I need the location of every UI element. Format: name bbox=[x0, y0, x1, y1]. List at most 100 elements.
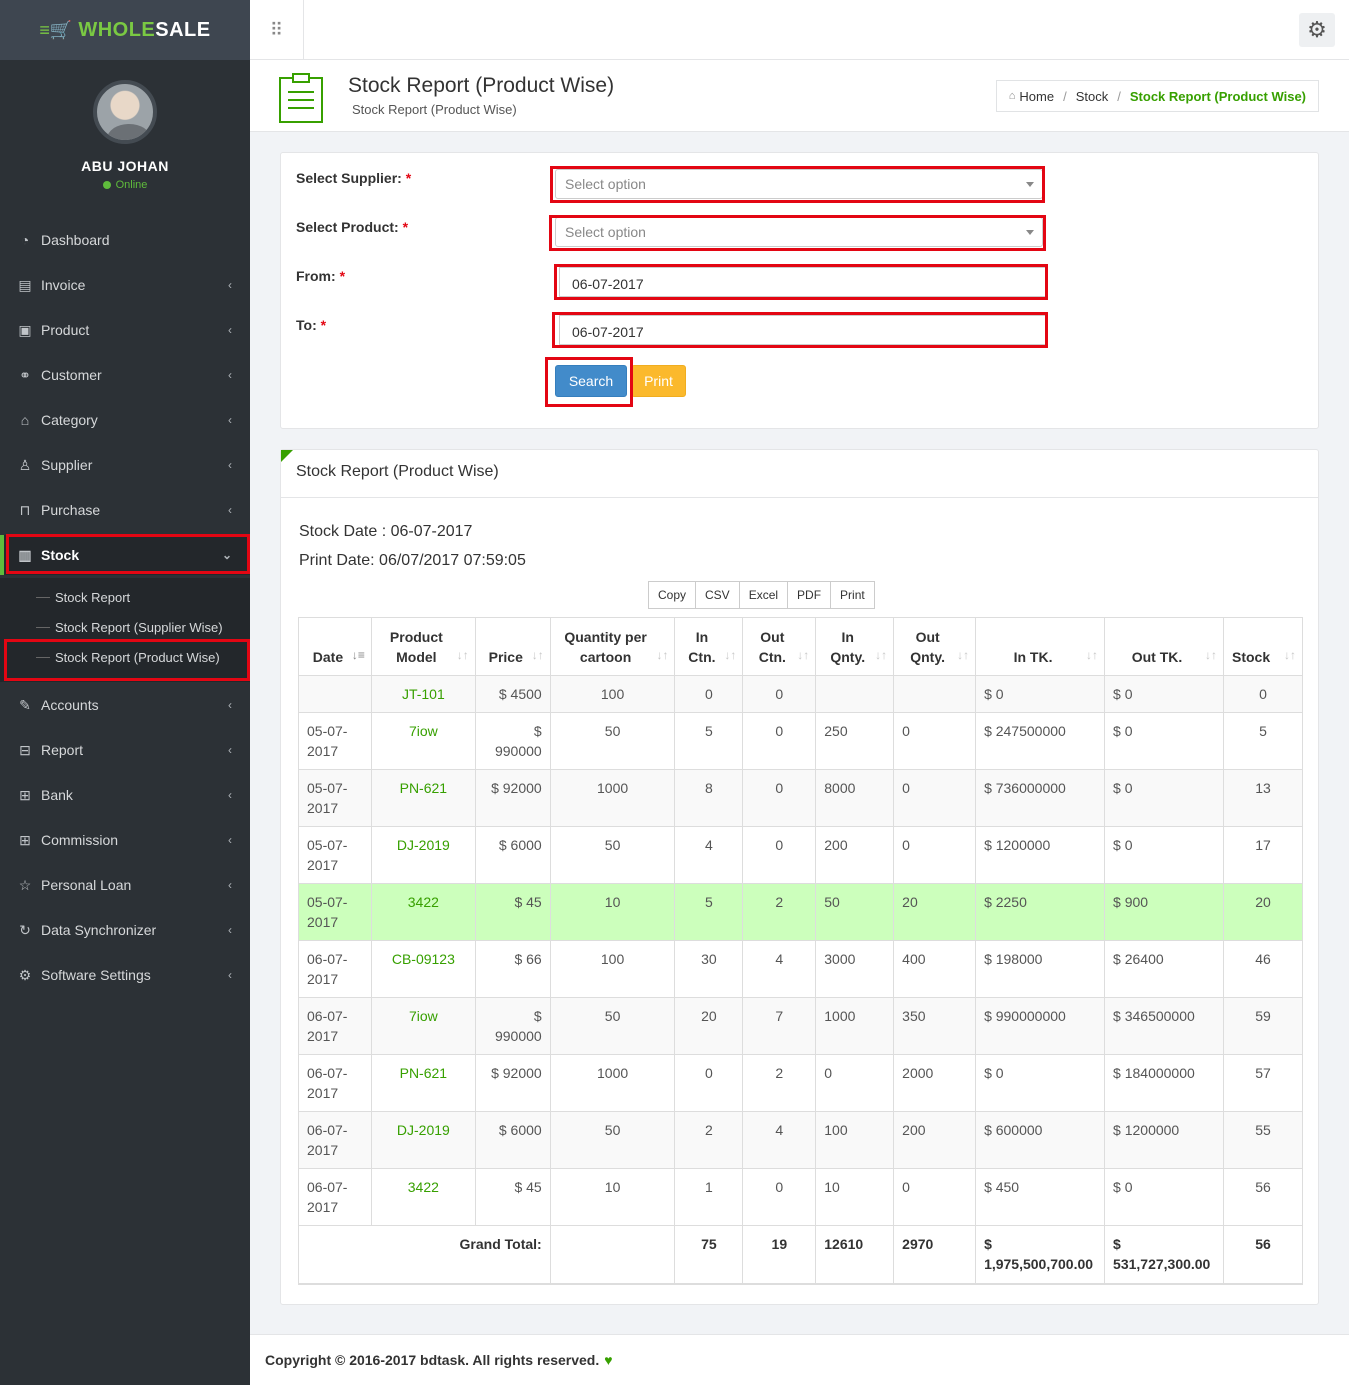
cell-in-ctn: 8 bbox=[674, 769, 744, 827]
edit-icon: ✎ bbox=[19, 696, 31, 713]
sort-icon: ↓↑ bbox=[875, 648, 888, 662]
chevron-left-icon: ‹ bbox=[228, 833, 232, 847]
csv-button[interactable]: CSV bbox=[695, 581, 740, 609]
submenu-item-stock-report[interactable]: Stock Report bbox=[36, 582, 130, 612]
cell-product-model[interactable]: 3422 bbox=[370, 1168, 476, 1226]
cell-price: $ 4500 bbox=[474, 675, 551, 713]
total-in-tk: $ 1,975,500,700.00 bbox=[975, 1225, 1106, 1285]
sidebar-item-category[interactable]: ⌂ Category ‹ bbox=[0, 400, 250, 440]
column-header-product-model[interactable]: Product Model ↓↑ bbox=[370, 617, 476, 676]
cell-product-model[interactable]: PN-621 bbox=[370, 769, 476, 827]
product-icon: ▣ bbox=[18, 321, 32, 338]
cell-out-qnty: 400 bbox=[893, 940, 977, 998]
print-button[interactable]: Print bbox=[631, 365, 686, 397]
cell-product-model[interactable]: JT-101 bbox=[370, 675, 476, 713]
cell-price: $ 990000 bbox=[474, 997, 551, 1055]
chevron-left-icon: ‹ bbox=[228, 743, 232, 757]
product-label: Select Product: * bbox=[296, 219, 409, 235]
column-header-quantity-per-cartoon[interactable]: Quantity per cartoon ↓↑ bbox=[549, 617, 676, 676]
column-header-in-tk[interactable]: In TK. ↓↑ bbox=[975, 617, 1106, 676]
caret-down-icon bbox=[1026, 182, 1034, 187]
breadcrumb-stock[interactable]: Stock bbox=[1076, 89, 1109, 104]
cell-qty-per-cartoon: 50 bbox=[549, 826, 676, 884]
cell-in-tk: $ 2250 bbox=[975, 883, 1106, 941]
cell-in-ctn: 5 bbox=[674, 712, 744, 770]
supplier-select[interactable]: Select option bbox=[555, 169, 1043, 199]
cell-qty-per-cartoon: 50 bbox=[549, 1111, 676, 1169]
report-title: Stock Report (Product Wise) bbox=[296, 463, 499, 480]
cell-stock: 17 bbox=[1222, 826, 1304, 884]
cart-icon: ⊓ bbox=[19, 501, 31, 518]
grid-icon: ⊞ bbox=[19, 831, 31, 848]
sort-icon: ↓↑ bbox=[724, 648, 737, 662]
sidebar-item-purchase[interactable]: ⊓ Purchase ‹ bbox=[0, 490, 250, 530]
cell-product-model[interactable]: 7iow bbox=[370, 712, 476, 770]
cell-date bbox=[298, 675, 372, 713]
submenu-item-stock-report-supplier-wise[interactable]: Stock Report (Supplier Wise) bbox=[36, 612, 223, 642]
cell-product-model[interactable]: 7iow bbox=[370, 997, 476, 1055]
cell-out-ctn: 0 bbox=[742, 769, 817, 827]
sidebar-item-stock[interactable]: ▥ Stock ⌄ bbox=[0, 535, 250, 575]
cell-product-model[interactable]: CB-09123 bbox=[370, 940, 476, 998]
pdf-button[interactable]: PDF bbox=[787, 581, 832, 609]
cell-in-qnty: 1000 bbox=[815, 997, 895, 1055]
stock-date-line: Stock Date : 06-07-2017 bbox=[299, 523, 473, 540]
from-date-input[interactable]: 06-07-2017 bbox=[559, 267, 1047, 297]
column-header-out-qnty[interactable]: Out Qnty. ↓↑ bbox=[893, 617, 977, 676]
column-header-price[interactable]: Price ↓↑ bbox=[474, 617, 551, 676]
sidebar-item-supplier[interactable]: ♙ Supplier ‹ bbox=[0, 445, 250, 485]
column-header-stock[interactable]: Stock ↓↑ bbox=[1222, 617, 1304, 676]
cell-in-qnty: 200 bbox=[815, 826, 895, 884]
book-icon: ⊟ bbox=[19, 741, 31, 758]
sidebar-item-product[interactable]: ▣ Product ‹ bbox=[0, 310, 250, 350]
chevron-left-icon: ‹ bbox=[228, 923, 232, 937]
avatar[interactable] bbox=[93, 80, 157, 144]
sidebar-item-bank[interactable]: ⊞ Bank ‹ bbox=[0, 775, 250, 815]
cell-out-ctn: 0 bbox=[742, 675, 817, 713]
cell-price: $ 45 bbox=[474, 1168, 551, 1226]
cell-stock: 57 bbox=[1222, 1054, 1304, 1112]
cell-product-model[interactable]: DJ-2019 bbox=[370, 826, 476, 884]
column-header-in-ctn[interactable]: In Ctn. ↓↑ bbox=[674, 617, 744, 676]
sidebar-item-personal-loan[interactable]: ☆ Personal Loan ‹ bbox=[0, 865, 250, 905]
cell-stock: 59 bbox=[1222, 997, 1304, 1055]
chevron-left-icon: ‹ bbox=[228, 323, 232, 337]
table-row: 06-07-2017 CB-09123 $ 66 100 30 4 3000 400 $ 198… bbox=[298, 940, 1304, 998]
column-header-out-tk[interactable]: Out TK. ↓↑ bbox=[1104, 617, 1224, 676]
logo[interactable]: ≡🛒 WHOLESALE bbox=[0, 0, 250, 60]
table-row: 05-07-2017 DJ-2019 $ 6000 50 4 0 200 0 $ 1200000… bbox=[298, 826, 1304, 884]
column-header-date[interactable]: Date ↓≡ bbox=[298, 617, 372, 676]
submenu-item-stock-report-product-wise[interactable]: Stock Report (Product Wise) bbox=[36, 642, 220, 672]
search-button[interactable]: Search bbox=[555, 365, 627, 397]
sidebar-item-software-settings[interactable]: ⚙ Software Settings ‹ bbox=[0, 955, 250, 995]
cell-in-qnty: 250 bbox=[815, 712, 895, 770]
print-table-button[interactable]: Print bbox=[830, 581, 875, 609]
chevron-down-icon: ⌄ bbox=[221, 548, 232, 562]
cell-product-model[interactable]: PN-621 bbox=[370, 1054, 476, 1112]
cell-qty-per-cartoon: 1000 bbox=[549, 769, 676, 827]
sidebar-item-dashboard[interactable]: ◔ Dashboard bbox=[0, 220, 250, 260]
cell-out-tk: $ 0 bbox=[1104, 1168, 1224, 1226]
sidebar-item-commission[interactable]: ⊞ Commission ‹ bbox=[0, 820, 250, 860]
sidebar-item-data-synchronizer[interactable]: ↻ Data Synchronizer ‹ bbox=[0, 910, 250, 950]
breadcrumb-home[interactable]: Home bbox=[1019, 89, 1054, 104]
excel-button[interactable]: Excel bbox=[738, 581, 789, 609]
cell-product-model[interactable]: DJ-2019 bbox=[370, 1111, 476, 1169]
cell-in-tk: $ 0 bbox=[975, 1054, 1106, 1112]
sidebar-item-report[interactable]: ⊟ Report ‹ bbox=[0, 730, 250, 770]
column-header-in-qnty[interactable]: In Qnty. ↓↑ bbox=[815, 617, 895, 676]
cell-in-qnty: 50 bbox=[815, 883, 895, 941]
cell-product-model[interactable]: 3422 bbox=[370, 883, 476, 941]
sidebar-item-invoice[interactable]: ▤ Invoice ‹ bbox=[0, 265, 250, 305]
sort-icon: ↓↑ bbox=[797, 648, 810, 662]
copy-button[interactable]: Copy bbox=[648, 581, 697, 609]
apps-grid-icon[interactable]: ⠿ bbox=[250, 0, 304, 60]
column-header-out-ctn[interactable]: Out Ctn. ↓↑ bbox=[742, 617, 817, 676]
supplier-label: Select Supplier: * bbox=[296, 170, 412, 186]
to-date-input[interactable]: 06-07-2017 bbox=[559, 315, 1047, 345]
sidebar-item-accounts[interactable]: ✎ Accounts ‹ bbox=[0, 685, 250, 725]
settings-gear-icon[interactable]: ⚙ bbox=[1299, 13, 1335, 47]
product-select[interactable]: Select option bbox=[555, 217, 1043, 247]
sidebar-item-customer[interactable]: ⚭ Customer ‹ bbox=[0, 355, 250, 395]
invoice-icon: ▤ bbox=[18, 276, 32, 293]
